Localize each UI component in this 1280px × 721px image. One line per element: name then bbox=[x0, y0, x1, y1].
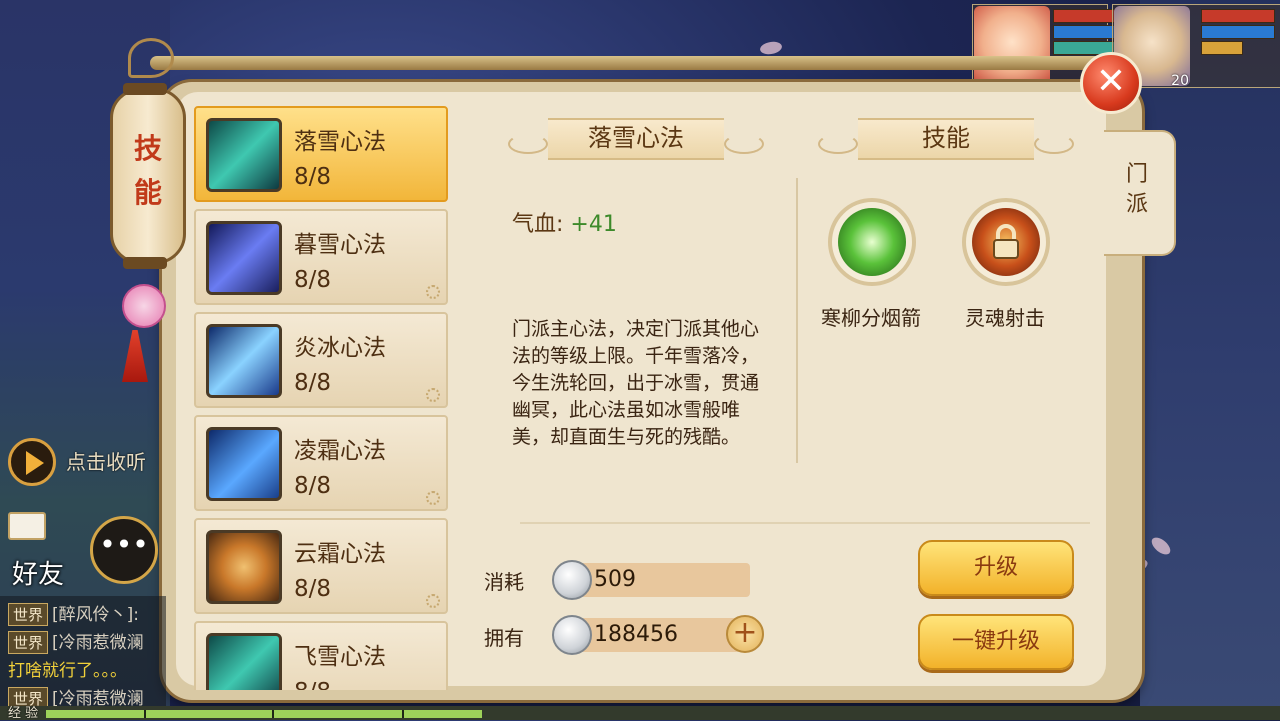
lantern-title: 技 能 bbox=[110, 83, 186, 269]
xp-segment bbox=[272, 710, 274, 718]
skill-name: 飞雪心法 bbox=[294, 644, 386, 670]
friends-button[interactable]: 好友 bbox=[12, 554, 64, 591]
skill-list-item[interactable]: 云霜心法 8/8 bbox=[194, 518, 448, 614]
mail-icon[interactable] bbox=[8, 512, 46, 540]
ornament-icon bbox=[426, 388, 440, 402]
upgrade-all-button[interactable]: 一键升级 bbox=[918, 614, 1074, 670]
upgrade-button[interactable]: 升级 bbox=[918, 540, 1074, 596]
pig-charm-icon bbox=[122, 284, 166, 328]
skill-level: 8/8 bbox=[294, 473, 332, 499]
rod-ornament bbox=[128, 38, 174, 78]
own-label: 拥有 bbox=[484, 626, 524, 650]
skill-name: 落雪心法 bbox=[294, 129, 386, 155]
skill-icon bbox=[206, 633, 282, 690]
skill-icon bbox=[206, 427, 282, 501]
background-cliff-right bbox=[1140, 0, 1280, 720]
tab-label: 门 派 bbox=[1104, 160, 1170, 220]
skill-name: 云霜心法 bbox=[294, 541, 386, 567]
skill-list[interactable]: 落雪心法 8/8 暮雪心法 8/8 炎冰心法 8/8 凌霜心法 8/8 云霜心法… bbox=[192, 102, 450, 690]
skill-icon bbox=[206, 118, 282, 192]
skill-description: 门派主心法，决定门派其他心法的等级上限。千年雪落冷，今生洗轮回，出于冰雪，贯通幽… bbox=[512, 318, 760, 448]
skill-name: 炎冰心法 bbox=[294, 335, 386, 361]
cost-label: 消耗 bbox=[484, 570, 524, 594]
channel-tag: 世界 bbox=[8, 631, 49, 654]
ornament-icon bbox=[426, 285, 440, 299]
chat-text: [冷雨惹微澜 bbox=[52, 633, 144, 653]
ornament-icon bbox=[426, 491, 440, 505]
petal bbox=[759, 40, 783, 56]
title-char: 技 bbox=[133, 132, 162, 165]
skill-name: 凌霜心法 bbox=[294, 438, 386, 464]
chat-button[interactable]: ••• bbox=[90, 516, 158, 584]
skill-button-2[interactable] bbox=[962, 198, 1050, 286]
chat-box[interactable]: 世界 [醉风伶丶]: 世界 [冷雨惹微澜 打啥就行了。。。 世界 [冷雨惹微澜 bbox=[0, 596, 166, 710]
lock-icon-svg bbox=[993, 224, 1019, 259]
skill-button-1[interactable] bbox=[828, 198, 916, 286]
skill-level: 8/8 bbox=[294, 576, 332, 602]
skill-level: 8/8 bbox=[294, 679, 331, 690]
skill-icon bbox=[206, 221, 282, 295]
tab-char: 派 bbox=[1125, 192, 1148, 217]
stat-line: 气血: +41 bbox=[512, 206, 617, 238]
title-char: 能 bbox=[133, 176, 162, 209]
channel-tag: 世界 bbox=[8, 603, 49, 626]
silver-coin-icon bbox=[552, 615, 592, 655]
skill-icon bbox=[206, 324, 282, 398]
chat-line: 打啥就行了。。。 bbox=[8, 656, 127, 681]
stat-value: +41 bbox=[570, 212, 617, 237]
avatar bbox=[974, 6, 1050, 86]
cost-value: 509 bbox=[580, 563, 750, 597]
green-burst-icon bbox=[838, 208, 906, 276]
own-value: 188456 bbox=[580, 618, 740, 652]
panel-top-rod bbox=[150, 56, 1110, 70]
silver-coin-icon bbox=[552, 560, 592, 600]
skills-header: 技能 bbox=[818, 118, 1074, 160]
skill-list-item[interactable]: 暮雪心法 8/8 bbox=[194, 209, 448, 305]
stat-label: 气血: bbox=[512, 212, 564, 237]
detail-header: 落雪心法 bbox=[508, 118, 764, 160]
skill-list-item[interactable]: 落雪心法 8/8 bbox=[194, 106, 448, 202]
xp-label: 经 验 bbox=[8, 706, 39, 721]
play-icon[interactable] bbox=[8, 438, 56, 486]
skill-list-item[interactable]: 飞雪心法 8/8 bbox=[194, 621, 448, 690]
skill-name: 寒柳分烟箭 bbox=[821, 306, 921, 330]
skill-level: 8/8 bbox=[294, 164, 332, 190]
mp-bar bbox=[1053, 25, 1121, 39]
ornament-icon bbox=[426, 594, 440, 608]
mp-bar bbox=[1201, 25, 1275, 39]
hp-bar bbox=[1201, 9, 1275, 23]
tab-sect[interactable]: 门 派 bbox=[1104, 130, 1176, 256]
chat-line: 世界 [冷雨惹微澜 bbox=[8, 628, 144, 654]
window-title: 技 能 bbox=[113, 127, 183, 215]
skill-level: 8/8 bbox=[294, 370, 332, 396]
xp-segment bbox=[402, 710, 404, 718]
skill-level: 8/8 bbox=[294, 267, 332, 293]
party-level: 20 bbox=[1171, 73, 1189, 89]
chat-text: [醉风伶丶]: bbox=[52, 605, 140, 625]
xp-fill bbox=[46, 710, 482, 718]
skill-name: 暮雪心法 bbox=[294, 232, 386, 258]
skill-list-item[interactable]: 凌霜心法 8/8 bbox=[194, 415, 448, 511]
skill-icon bbox=[206, 530, 282, 604]
hp-bar bbox=[1053, 9, 1121, 23]
close-icon: ✕ bbox=[1095, 61, 1127, 102]
lantern-cap bbox=[123, 257, 167, 269]
divider bbox=[520, 522, 1090, 524]
lantern-cap bbox=[123, 83, 167, 95]
lock-icon bbox=[972, 208, 1040, 276]
divider bbox=[796, 178, 798, 463]
listen-label[interactable]: 点击收听 bbox=[66, 446, 146, 475]
tab-char: 门 bbox=[1125, 162, 1148, 187]
xp-bar bbox=[1201, 41, 1243, 55]
close-button[interactable]: ✕ bbox=[1080, 52, 1142, 114]
add-currency-button[interactable]: + bbox=[726, 615, 764, 653]
skill-name: 灵魂射击 bbox=[965, 306, 1045, 330]
chat-line: 世界 [醉风伶丶]: bbox=[8, 600, 139, 626]
chat-text: 打啥就行了。。。 bbox=[8, 661, 127, 681]
xp-segment bbox=[144, 710, 146, 718]
skill-list-item[interactable]: 炎冰心法 8/8 bbox=[194, 312, 448, 408]
